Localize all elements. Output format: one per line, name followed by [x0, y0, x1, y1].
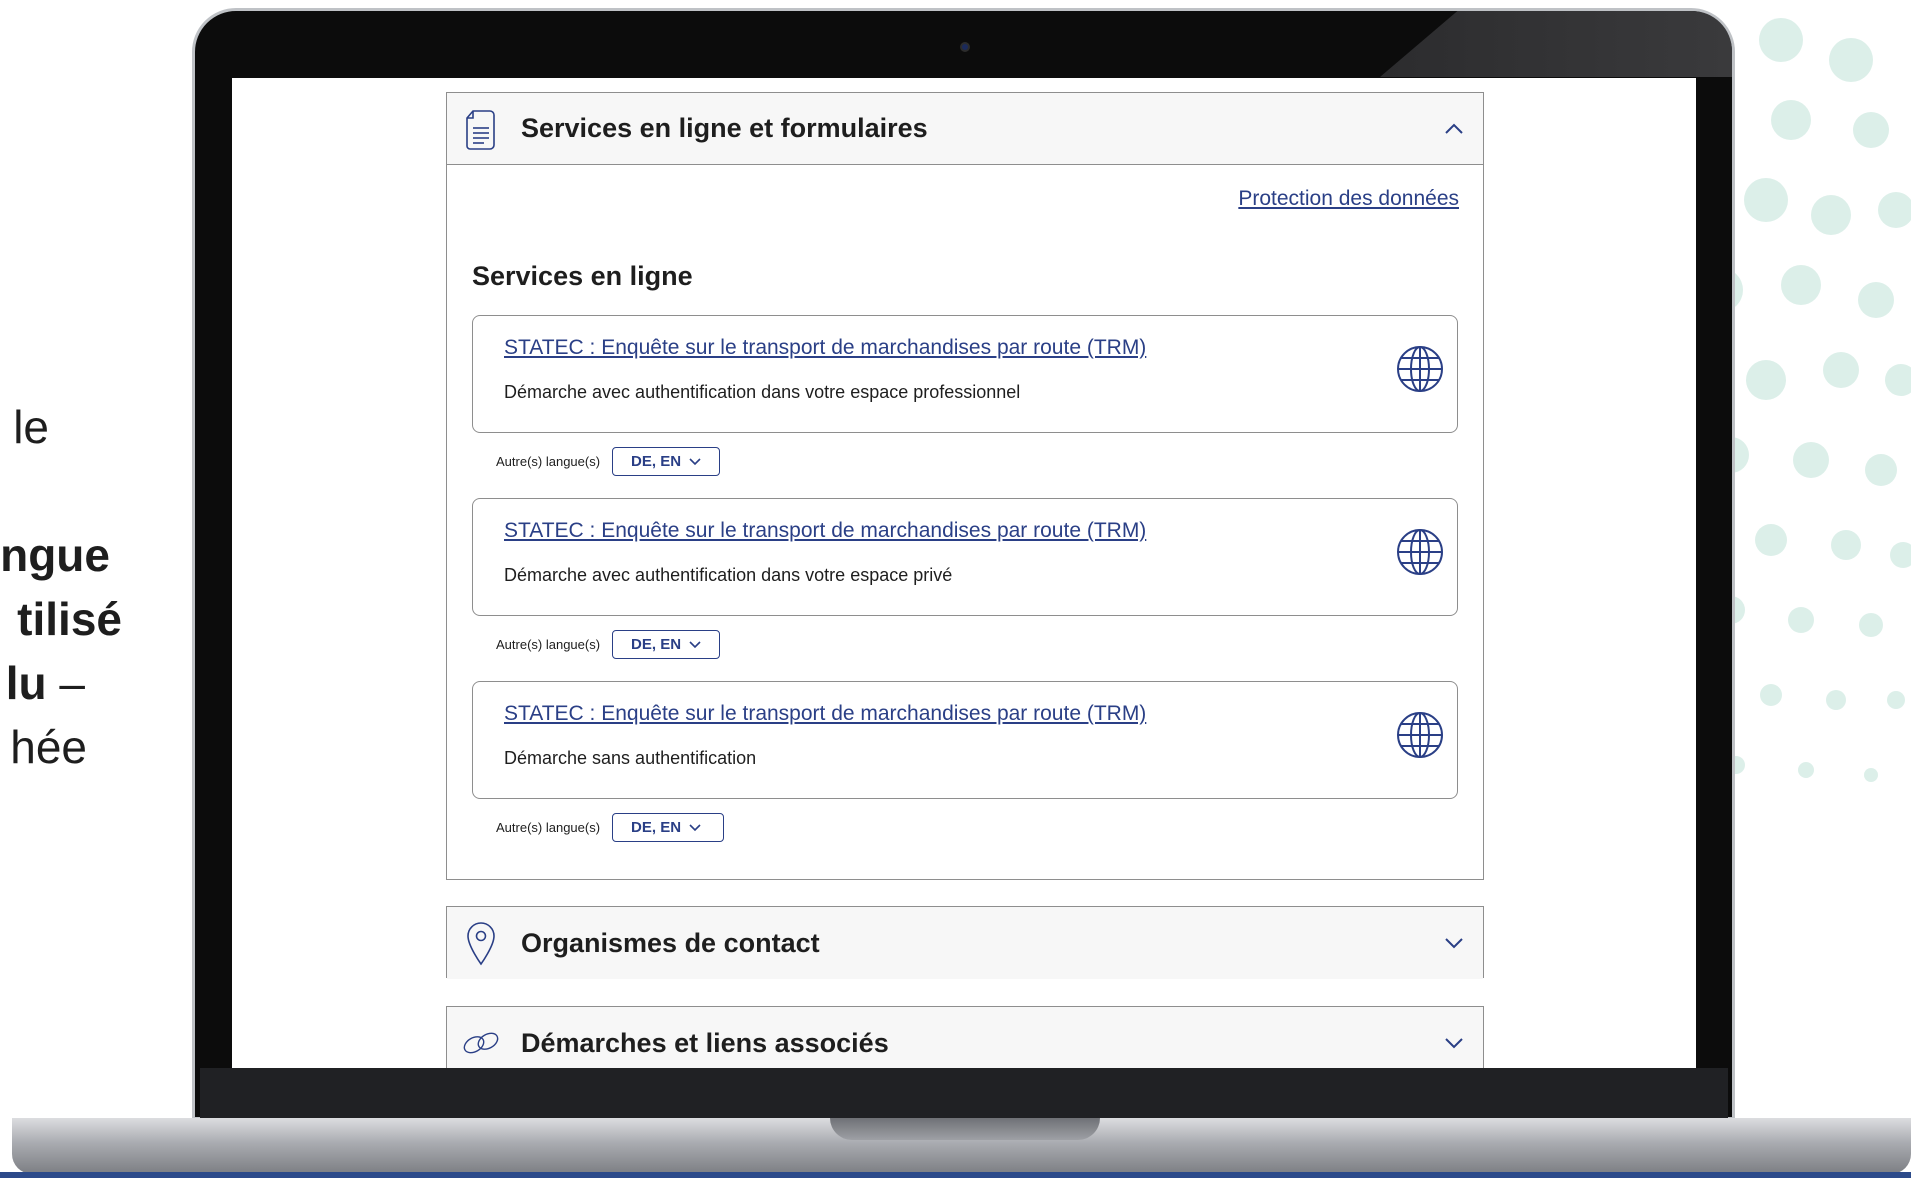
accordion-demarches-liens-associes: Démarches et liens associés: [446, 1006, 1484, 1068]
section-title-services-en-ligne: Services en ligne: [472, 261, 693, 291]
language-dropdown-value: DE, EN: [631, 453, 682, 470]
language-label: Autre(s) langue(s): [496, 637, 601, 652]
language-dropdown-button[interactable]: DE, EN: [612, 447, 721, 476]
slide-line: lu –: [5, 657, 85, 709]
accordion-header-contacts[interactable]: Organismes de contact: [447, 907, 1483, 979]
accordion-title: Démarches et liens associés: [521, 1027, 889, 1058]
slide-line-bold: lu: [5, 657, 47, 709]
accordion-services-en-ligne: Services en ligne et formulaires Protect…: [446, 92, 1484, 880]
slide-line: [0, 459, 125, 523]
slide-text-fragment: le ngue tilisé lu – hée: [0, 395, 125, 779]
globe-icon: [1397, 529, 1443, 575]
accordion-header-services[interactable]: Services en ligne et formulaires: [447, 93, 1483, 165]
slide-line: tilisé: [17, 593, 122, 645]
language-dropdown-button[interactable]: DE, EN: [612, 813, 725, 842]
language-dropdown-value: DE, EN: [631, 819, 682, 836]
slide-bottom-strip: [0, 1172, 1911, 1178]
language-selector-row: Autre(s) langue(s) DE, EN: [496, 447, 721, 476]
chevron-down-icon[interactable]: [1443, 932, 1465, 954]
document-icon: [461, 107, 501, 151]
service-card: STATEC : Enquête sur le transport de mar…: [472, 681, 1458, 799]
accordion-organismes-de-contact: Organismes de contact: [446, 906, 1484, 979]
chevron-down-icon: [689, 457, 701, 466]
location-pin-icon: [461, 921, 501, 966]
accordion-title: Organismes de contact: [521, 927, 820, 958]
slide-line: hée: [10, 721, 87, 773]
language-label: Autre(s) langue(s): [496, 454, 601, 469]
service-description: Démarche avec authentification dans votr…: [504, 565, 953, 585]
protection-donnees-link[interactable]: Protection des données: [1238, 187, 1459, 211]
language-dropdown-button[interactable]: DE, EN: [612, 630, 721, 659]
language-dropdown-value: DE, EN: [631, 636, 682, 653]
accordion-header-related[interactable]: Démarches et liens associés: [447, 1007, 1483, 1068]
service-card: STATEC : Enquête sur le transport de mar…: [472, 315, 1458, 433]
globe-icon: [1397, 712, 1443, 758]
link-icon: [461, 1021, 501, 1065]
service-link[interactable]: STATEC : Enquête sur le transport de mar…: [504, 519, 1146, 543]
chevron-down-icon: [689, 640, 701, 649]
chevron-down-icon: [689, 823, 701, 832]
globe-icon: [1397, 346, 1443, 392]
slide-line: le: [13, 401, 49, 453]
accordion-title: Services en ligne et formulaires: [521, 113, 928, 143]
language-label: Autre(s) langue(s): [496, 820, 601, 835]
service-link[interactable]: STATEC : Enquête sur le transport de mar…: [504, 702, 1146, 726]
language-selector-row: Autre(s) langue(s) DE, EN: [496, 813, 725, 842]
language-selector-row: Autre(s) langue(s) DE, EN: [496, 630, 721, 659]
laptop-screen: Services en ligne et formulaires Protect…: [232, 78, 1696, 1068]
service-card: STATEC : Enquête sur le transport de mar…: [472, 498, 1458, 616]
service-link[interactable]: STATEC : Enquête sur le transport de mar…: [504, 336, 1146, 360]
laptop-camera: [960, 42, 970, 52]
laptop-notch: [830, 1118, 1100, 1140]
slide-line: ngue: [0, 529, 110, 581]
service-description: Démarche avec authentification dans votr…: [504, 382, 1021, 402]
chevron-down-icon[interactable]: [1443, 1032, 1465, 1054]
service-description: Démarche sans authentification: [504, 748, 757, 768]
laptop-bezel-bottom: [200, 1068, 1728, 1122]
chevron-up-icon[interactable]: [1443, 118, 1465, 140]
